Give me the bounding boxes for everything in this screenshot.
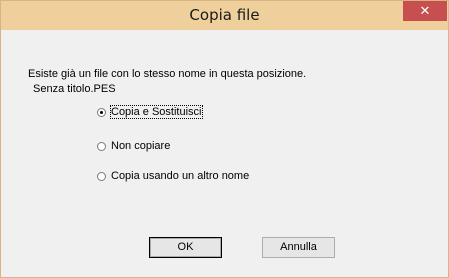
radio-copy-replace[interactable]: Copia e Sostituisci bbox=[97, 105, 203, 119]
ok-button[interactable]: OK bbox=[149, 237, 222, 258]
radio-label[interactable]: Copia usando un altro nome bbox=[111, 170, 249, 182]
window-title: Copia file bbox=[189, 6, 260, 24]
file-name-text: Senza titolo.PES bbox=[33, 83, 116, 95]
message-text: Esiste già un file con lo stesso nome in… bbox=[28, 68, 307, 80]
radio-label[interactable]: Non copiare bbox=[111, 140, 170, 152]
radio-unselected-icon[interactable] bbox=[97, 171, 106, 181]
radio-label[interactable]: Copia e Sostituisci bbox=[110, 105, 203, 119]
radio-selected-icon[interactable] bbox=[97, 107, 106, 117]
close-icon: ✕ bbox=[419, 3, 431, 18]
dialog-body: Esiste già un file con lo stesso nome in… bbox=[8, 30, 441, 269]
title-bar[interactable]: Copia file ✕ bbox=[1, 1, 448, 30]
radio-do-not-copy[interactable]: Non copiare bbox=[97, 140, 170, 152]
close-button[interactable]: ✕ bbox=[403, 1, 447, 21]
radio-unselected-icon[interactable] bbox=[97, 141, 106, 151]
cancel-button[interactable]: Annulla bbox=[262, 237, 335, 258]
dialog-window: Copia file ✕ Esiste già un file con lo s… bbox=[0, 0, 449, 278]
radio-copy-other-name[interactable]: Copia usando un altro nome bbox=[97, 170, 249, 182]
